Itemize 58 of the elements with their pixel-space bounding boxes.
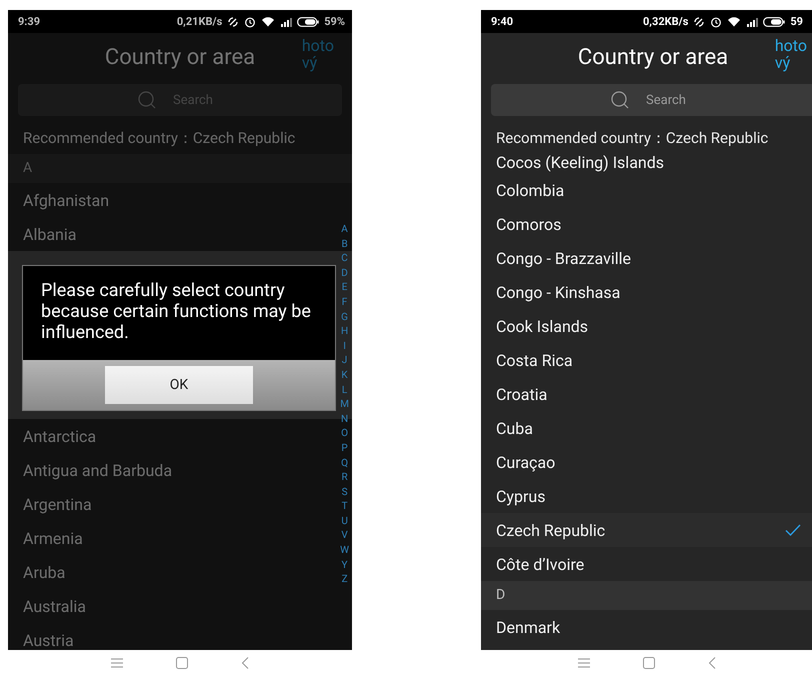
index-letter[interactable]: R	[341, 471, 348, 486]
country-item[interactable]: Czech Republic	[481, 513, 812, 547]
signal-icon	[746, 16, 758, 26]
alarm-clock-icon	[710, 16, 722, 28]
index-letter[interactable]: C	[341, 252, 348, 267]
index-letter[interactable]: F	[342, 296, 348, 311]
index-letter[interactable]: A	[341, 223, 348, 238]
index-letter[interactable]: V	[341, 529, 348, 544]
section-header: D	[481, 581, 812, 610]
index-letter[interactable]: T	[342, 500, 348, 515]
index-letter[interactable]: Z	[342, 573, 348, 588]
rotation-lock-icon	[693, 16, 706, 28]
index-letter[interactable]: D	[341, 266, 348, 282]
index-letter[interactable]: K	[341, 368, 348, 384]
page-title: Country or area	[578, 44, 728, 70]
country-item[interactable]: Austria	[8, 623, 352, 650]
battery-icon	[763, 16, 786, 26]
index-letter[interactable]: H	[340, 325, 348, 340]
index-letter[interactable]: Y	[342, 558, 348, 574]
index-letter[interactable]: Q	[341, 456, 348, 472]
index-letter[interactable]: S	[342, 486, 348, 500]
battery-icon	[297, 16, 320, 26]
alarm-clock-icon	[244, 16, 256, 28]
index-letter[interactable]: E	[342, 281, 348, 296]
section-header: A	[8, 154, 352, 183]
country-item[interactable]: Australia	[8, 589, 352, 623]
menu-icon	[111, 658, 123, 668]
search-icon	[611, 91, 629, 109]
home-icon	[642, 656, 654, 668]
search-field[interactable]: Search	[491, 84, 812, 116]
checkmark-icon	[785, 524, 801, 536]
recommended-country: Recommended country：Czech Republic	[8, 122, 352, 154]
signal-icon	[280, 16, 292, 26]
battery-percent: 59%	[324, 15, 345, 28]
ok-button[interactable]: OK	[105, 366, 253, 404]
network-speed: 0,32KB/s	[642, 15, 688, 28]
country-item[interactable]: Afghanistan	[8, 183, 352, 217]
back-icon	[241, 656, 249, 668]
status-time: 9:40	[491, 15, 514, 28]
index-letter[interactable]: G	[341, 310, 348, 326]
rotation-lock-icon	[227, 16, 240, 28]
index-letter[interactable]: L	[342, 384, 348, 398]
done-link[interactable]: hoto vý	[774, 37, 807, 71]
index-letter[interactable]: B	[341, 238, 348, 252]
home-icon	[176, 656, 188, 668]
dialog-message: Please carefully select country because certain functions may be influenced.	[40, 279, 312, 345]
index-letter[interactable]: O	[341, 427, 348, 442]
battery-percent: 59	[790, 15, 803, 28]
index-letter[interactable]: M	[340, 398, 349, 413]
wifi-icon	[261, 16, 276, 27]
wifi-icon	[727, 16, 742, 27]
page-title: Country or area	[104, 44, 256, 70]
status-time: 9:39	[18, 15, 40, 28]
network-speed: 0,21KB/s	[176, 15, 222, 28]
index-letter[interactable]: J	[342, 354, 348, 369]
menu-icon	[578, 658, 590, 668]
search-icon	[138, 91, 156, 109]
back-icon	[708, 656, 716, 668]
